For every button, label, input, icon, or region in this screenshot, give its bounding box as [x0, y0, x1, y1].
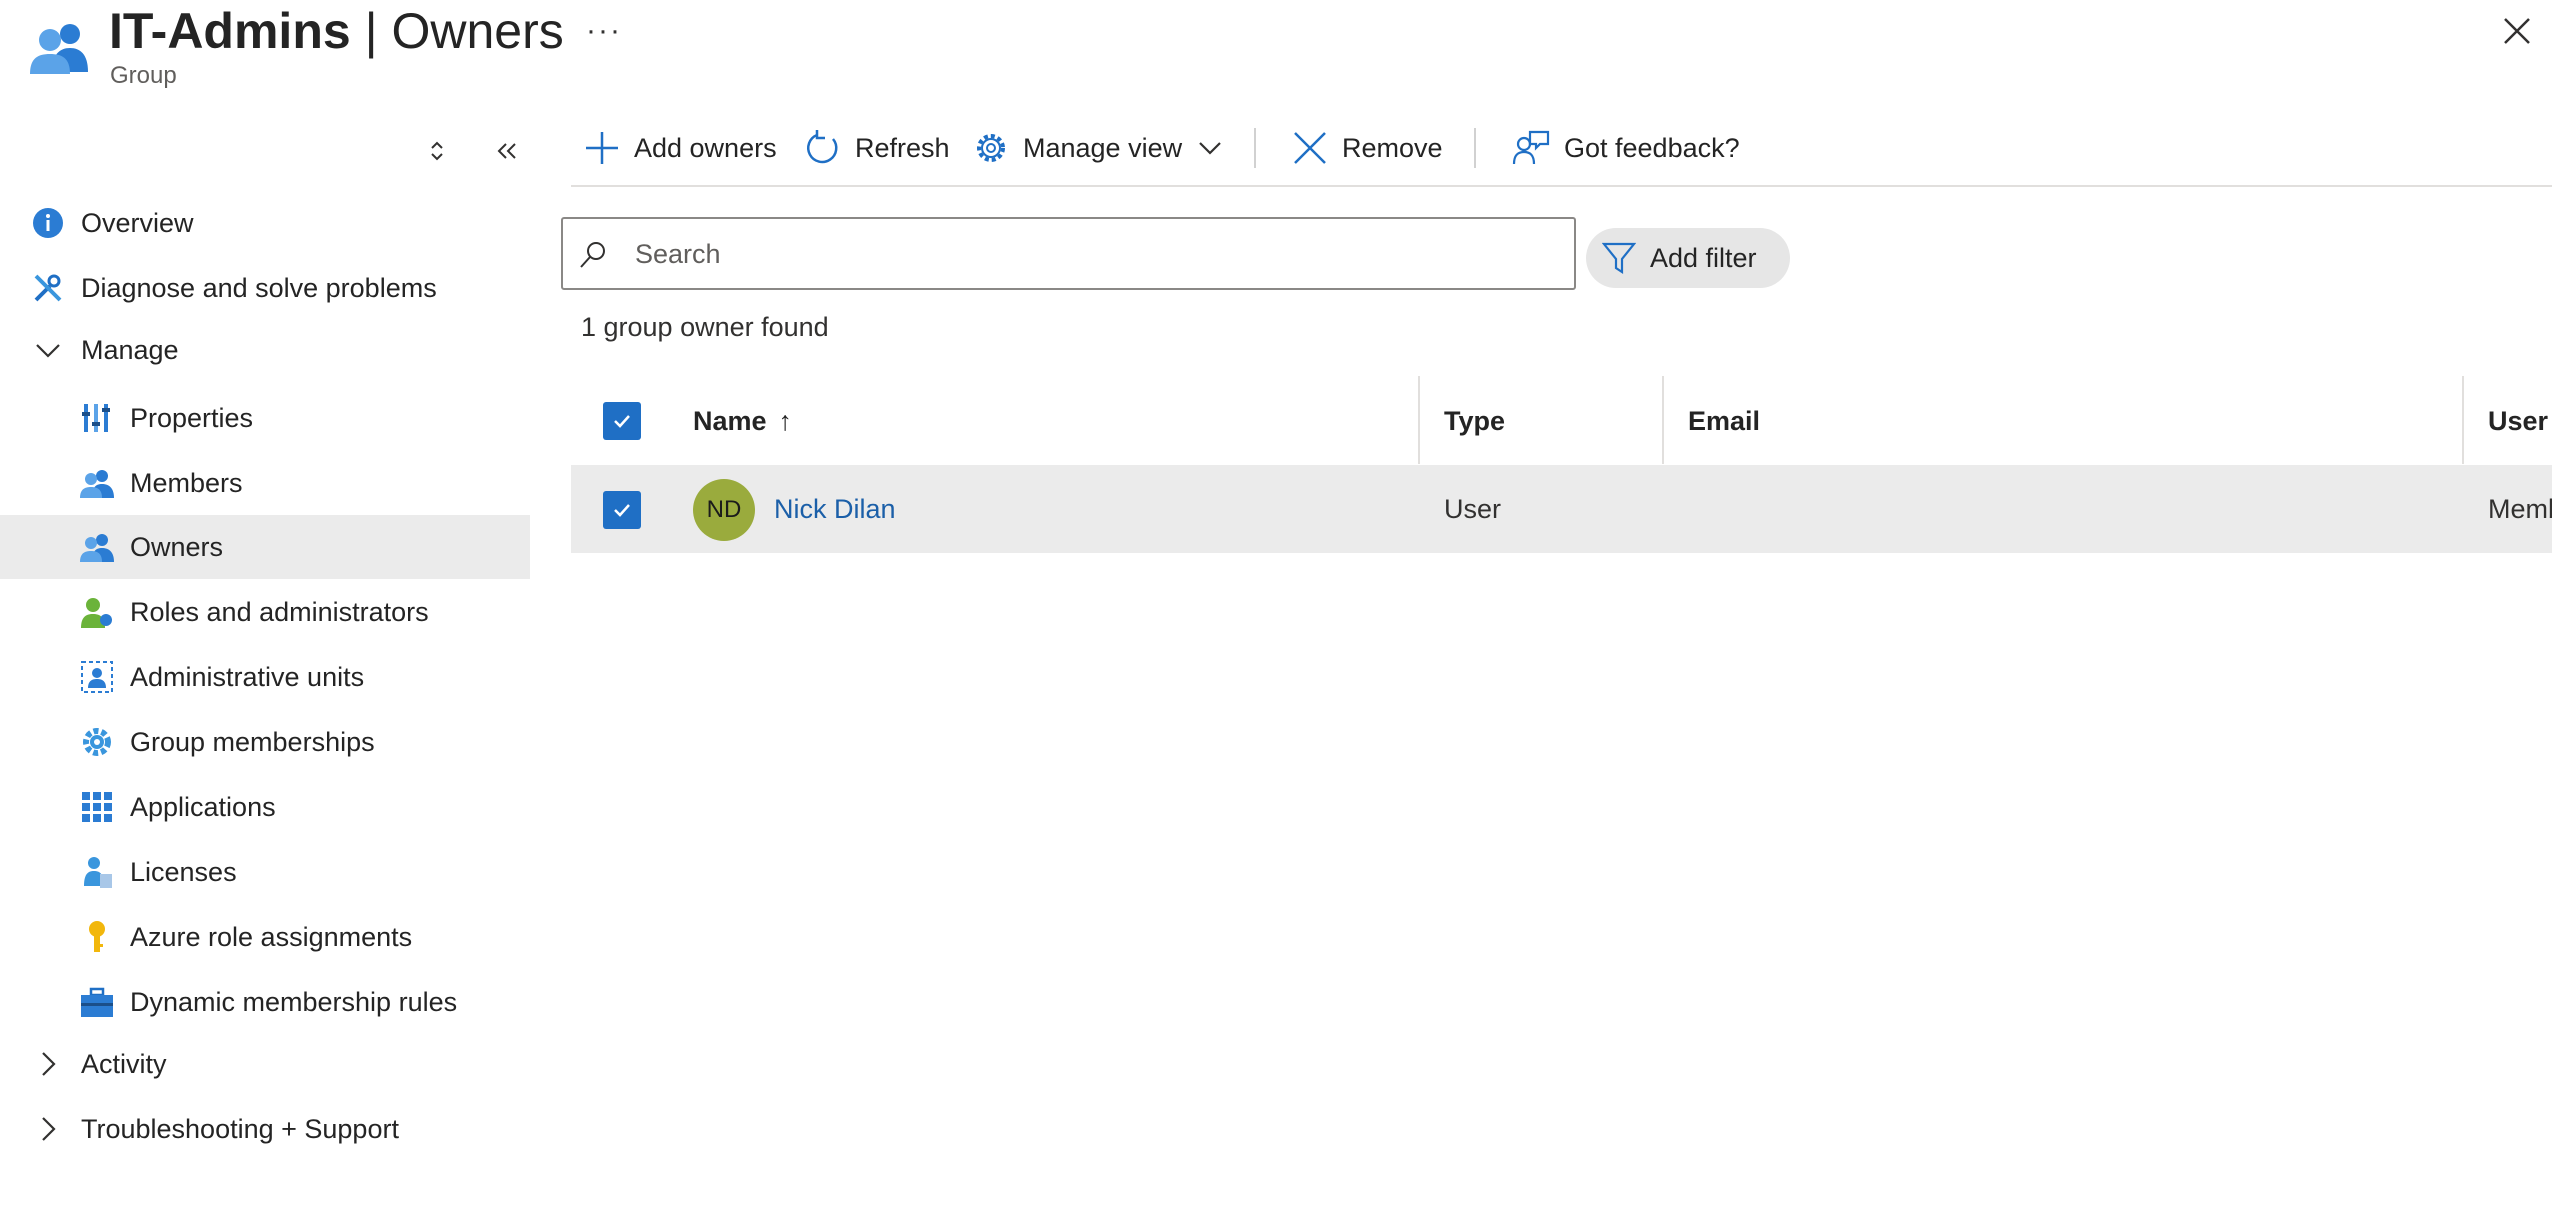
sidebar-item-roles[interactable]: Roles and administrators	[0, 580, 530, 644]
sidebar-item-activity[interactable]: Activity	[0, 1032, 530, 1096]
sidebar-item-applications[interactable]: Applications	[0, 775, 530, 839]
group-name: IT-Admins	[109, 3, 351, 59]
sidebar-item-diagnose[interactable]: Diagnose and solve problems	[0, 256, 530, 320]
roles-icon	[80, 595, 114, 629]
chevron-down-icon	[31, 333, 65, 367]
info-icon	[31, 206, 65, 240]
chevron-down-icon	[1199, 142, 1221, 155]
add-filter-button[interactable]: Add filter	[1586, 228, 1790, 288]
checkmark-icon	[614, 504, 630, 517]
column-header-name[interactable]: Name ↑	[693, 400, 792, 442]
filter-icon	[1602, 242, 1636, 275]
sidebar-item-members[interactable]: Members	[0, 451, 530, 515]
apps-grid-icon	[80, 790, 114, 824]
sidebar-item-properties[interactable]: Properties	[0, 386, 530, 450]
sort-ascending-icon: ↑	[778, 405, 793, 436]
sidebar-item-label: Members	[130, 467, 243, 498]
sidebar-item-label: Applications	[130, 791, 276, 822]
search-icon	[580, 242, 605, 268]
owner-user-type: Memb	[2488, 494, 2552, 524]
sidebar-item-dynamic-membership-rules[interactable]: Dynamic membership rules	[0, 970, 530, 1034]
close-icon	[1294, 132, 1326, 164]
owner-name-link[interactable]: Nick Dilan	[774, 494, 896, 525]
column-divider	[1418, 376, 1420, 464]
column-divider	[2462, 376, 2464, 464]
page-title: IT-Admins | Owners	[109, 2, 564, 60]
sidebar-item-label: Group memberships	[130, 726, 375, 757]
chevron-right-icon	[31, 1112, 65, 1146]
sidebar-item-label: Owners	[130, 531, 224, 562]
key-icon	[80, 920, 114, 954]
sidebar-item-label: Activity	[81, 1048, 167, 1079]
select-all-checkbox[interactable]	[603, 402, 641, 440]
toolbar-divider-line	[571, 185, 2552, 187]
licenses-icon	[80, 855, 114, 889]
column-header-name-label: Name	[693, 405, 767, 436]
sidebar-item-label: Dynamic membership rules	[130, 986, 458, 1017]
checkmark-icon	[614, 415, 630, 428]
sidebar-item-troubleshooting[interactable]: Troubleshooting + Support	[0, 1097, 530, 1161]
collapse-sidebar-icon[interactable]	[492, 136, 522, 166]
sidebar-item-administrative-units[interactable]: Administrative units	[0, 645, 530, 709]
sidebar-item-label: Administrative units	[130, 661, 365, 692]
sidebar-item-label: Manage	[81, 334, 179, 365]
column-divider	[1662, 376, 1664, 464]
got-feedback-label: Got feedback?	[1564, 132, 1740, 163]
manage-view-label: Manage view	[1023, 132, 1183, 163]
row-checkbox[interactable]	[603, 491, 641, 529]
expand-collapse-all-icon[interactable]	[422, 136, 452, 166]
sidebar-item-label: Properties	[130, 402, 254, 433]
sidebar-item-manage[interactable]: Manage	[0, 318, 530, 382]
sidebar-item-label: Overview	[81, 207, 194, 238]
got-feedback-button[interactable]: Got feedback?	[1512, 122, 1740, 174]
add-owners-button[interactable]: Add owners	[584, 122, 777, 174]
sidebar-item-label: Troubleshooting + Support	[81, 1113, 399, 1144]
briefcase-icon	[80, 985, 114, 1019]
properties-icon	[80, 401, 114, 435]
owners-icon	[80, 530, 114, 564]
sidebar-item-group-memberships[interactable]: Group memberships	[0, 710, 530, 774]
more-options-button[interactable]: ···	[586, 14, 622, 48]
sidebar-item-azure-role-assignments[interactable]: Azure role assignments	[0, 905, 530, 969]
gear-icon	[80, 725, 114, 759]
sidebar-item-label: Licenses	[130, 856, 237, 887]
owner-type: User	[1444, 494, 1502, 524]
gear-icon	[977, 134, 1005, 162]
result-count: 1 group owner found	[581, 312, 829, 342]
add-owners-label: Add owners	[634, 132, 777, 163]
column-header-email[interactable]: Email	[1688, 400, 1760, 442]
sidebar-item-label: Diagnose and solve problems	[81, 272, 437, 303]
manage-view-button[interactable]: Manage view	[973, 122, 1224, 174]
refresh-button[interactable]: Refresh	[805, 122, 950, 174]
column-header-user-type[interactable]: User t	[2488, 400, 2552, 442]
sidebar-item-label: Azure role assignments	[130, 921, 413, 952]
sidebar-item-label: Roles and administrators	[130, 596, 429, 627]
remove-label: Remove	[1342, 132, 1443, 163]
remove-button[interactable]: Remove	[1292, 122, 1443, 174]
page-subtitle: Group	[110, 62, 177, 89]
sidebar-item-overview[interactable]: Overview	[0, 191, 530, 255]
group-icon	[30, 24, 88, 74]
search-box[interactable]	[561, 217, 1576, 290]
members-icon	[80, 466, 114, 500]
close-icon[interactable]	[2500, 14, 2534, 48]
sidebar-item-licenses[interactable]: Licenses	[0, 840, 530, 904]
plus-icon	[586, 132, 618, 164]
wrench-icon	[31, 271, 65, 305]
toolbar-divider	[1474, 128, 1476, 168]
chevron-right-icon	[31, 1047, 65, 1081]
avatar: ND	[693, 479, 755, 541]
admin-units-icon	[80, 660, 114, 694]
search-input[interactable]	[635, 229, 1535, 279]
add-filter-label: Add filter	[1650, 242, 1757, 273]
toolbar-divider	[1254, 128, 1256, 168]
page-name: | Owners	[350, 3, 564, 59]
column-header-type[interactable]: Type	[1444, 400, 1505, 442]
refresh-label: Refresh	[855, 132, 950, 163]
feedback-icon	[1512, 130, 1550, 165]
sidebar-item-owners[interactable]: Owners	[0, 515, 530, 579]
refresh-icon	[807, 130, 838, 164]
